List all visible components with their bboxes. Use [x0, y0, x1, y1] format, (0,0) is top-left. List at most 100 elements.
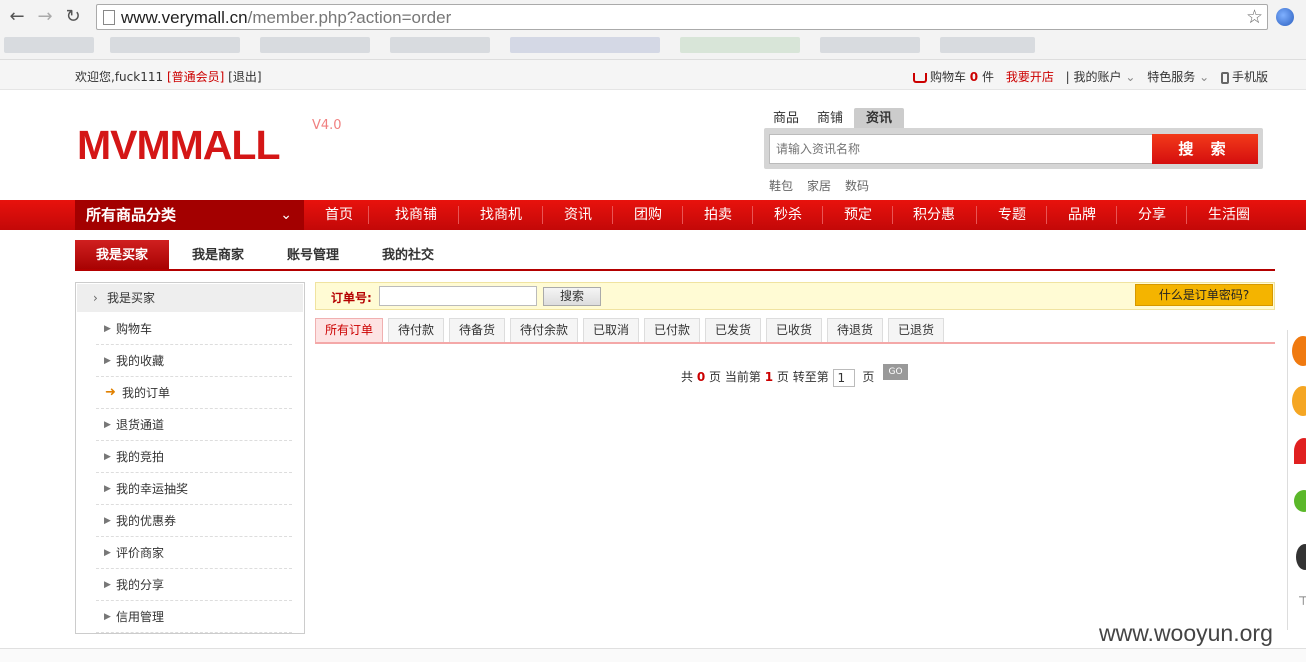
logout-link[interactable]: [退出] [228, 70, 261, 84]
triangle-right-icon: ▶ [104, 516, 111, 526]
page-bottom-edge [0, 648, 1306, 662]
nav-item-home[interactable]: 首页 [310, 200, 368, 230]
special-service-link[interactable]: 特色服务 ⌄ [1147, 70, 1209, 84]
browser-toolbar: ← → ↻ www.verymall.cn/member.php?action=… [0, 0, 1306, 60]
tab-account[interactable]: 账号管理 [267, 240, 359, 271]
tab-seller[interactable]: 我是商家 [172, 240, 264, 271]
watermark: www.wooyun.org [1099, 620, 1273, 646]
nav-item-auction[interactable]: 拍卖 [690, 200, 746, 230]
triangle-right-icon: ▶ [104, 580, 111, 590]
nav-item-flash-sale[interactable]: 秒杀 [760, 200, 816, 230]
top-right-links: 购物车 0 件 我要开店 | 我的账户 ⌄ 特色服务 ⌄ 手机版 [905, 68, 1268, 85]
all-categories-menu[interactable]: 所有商品分类 ⌄ [75, 200, 304, 230]
wechat-icon[interactable] [1294, 490, 1306, 512]
current-page: 1 [764, 370, 774, 384]
triangle-right-icon: ▶ [104, 484, 111, 494]
nav-item-share[interactable]: 分享 [1124, 200, 1180, 230]
mobile-link[interactable]: 手机版 [1220, 70, 1268, 84]
arrow-right-icon: ➜ [105, 385, 116, 400]
my-account-link[interactable]: | 我的账户 ⌄ [1066, 70, 1136, 84]
tab-buyer[interactable]: 我是买家 [75, 240, 169, 271]
qq-icon[interactable] [1296, 544, 1306, 570]
nav-item-business[interactable]: 找商机 [466, 200, 536, 230]
nav-item-life-circle[interactable]: 生活圈 [1194, 200, 1264, 230]
sidebar-item-my-share[interactable]: ▶ 我的分享 [96, 569, 292, 601]
triangle-right-icon: ▶ [104, 420, 111, 430]
order-tab-preparing[interactable]: 待备货 [449, 318, 505, 343]
triangle-right-icon: ▶ [104, 324, 111, 334]
order-password-help-button[interactable]: 什么是订单密码? [1135, 284, 1273, 306]
back-icon[interactable]: ← [6, 6, 28, 28]
sidebar-item-coupons[interactable]: ▶ 我的优惠券 [96, 505, 292, 537]
sidebar-item-credit[interactable]: ▶ 信用管理 [96, 601, 292, 633]
hot-word-bags[interactable]: 鞋包 [769, 177, 793, 194]
member-level-link[interactable]: [普通会员] [167, 70, 224, 84]
order-tab-paid[interactable]: 已付款 [644, 318, 700, 343]
order-tab-cancelled[interactable]: 已取消 [583, 318, 639, 343]
order-search-button[interactable]: 搜索 [543, 287, 601, 306]
nav-item-topics[interactable]: 专题 [984, 200, 1040, 230]
nav-item-news[interactable]: 资讯 [550, 200, 606, 230]
hot-word-home[interactable]: 家居 [807, 177, 831, 194]
search-tab-goods[interactable]: 商品 [773, 108, 799, 129]
page-icon [103, 10, 115, 25]
chat-bubble-icon[interactable] [1292, 336, 1306, 366]
sidebar-item-favorites[interactable]: ▶ 我的收藏 [96, 345, 292, 377]
page-jump-input[interactable]: 1 [832, 368, 855, 387]
back-to-top-icon[interactable]: ⊤ [1298, 594, 1306, 608]
search-tab-shops[interactable]: 商铺 [817, 108, 843, 129]
order-tab-balance-due[interactable]: 待付余款 [510, 318, 578, 343]
nav-item-preorder[interactable]: 预定 [830, 200, 886, 230]
address-bar[interactable]: www.verymall.cn/member.php?action=order … [96, 4, 1268, 30]
forward-icon[interactable]: → [34, 6, 56, 28]
order-tab-all[interactable]: 所有订单 [315, 318, 383, 343]
nav-item-points[interactable]: 积分惠 [900, 200, 968, 230]
triangle-right-icon: ▶ [104, 548, 111, 558]
order-tab-returned[interactable]: 已退货 [888, 318, 944, 343]
pagination: 共 0 页 当前第 1 页 转至第 1 页 [681, 368, 875, 387]
sidebar-item-rate-seller[interactable]: ▶ 评价商家 [96, 537, 292, 569]
welcome-text: 欢迎您,fuck111 [75, 70, 164, 84]
search-tab-news[interactable]: 资讯 [854, 108, 905, 129]
floating-toolbar: ⊤ [1287, 330, 1306, 630]
nav-item-brands[interactable]: 品牌 [1054, 200, 1110, 230]
tab-social[interactable]: 我的社交 [362, 240, 454, 271]
search-button[interactable]: 搜 索 [1152, 134, 1258, 164]
sidebar-header[interactable]: › 我是买家 [77, 284, 303, 312]
nav-item-find-shops[interactable]: 找商铺 [380, 200, 452, 230]
map-pin-icon[interactable] [1294, 438, 1306, 464]
chevron-right-icon: › [93, 291, 98, 305]
extension-icon[interactable] [1276, 8, 1294, 26]
bookmark-star-icon[interactable]: ☆ [1246, 6, 1263, 28]
reload-icon[interactable]: ↻ [62, 6, 84, 28]
search-input[interactable] [769, 134, 1153, 164]
triangle-right-icon: ▶ [104, 452, 111, 462]
cart-link[interactable]: 购物车 0 件 [912, 70, 994, 84]
go-button[interactable]: GO [883, 364, 908, 380]
triangle-right-icon: ▶ [104, 612, 111, 622]
sidebar-item-bids[interactable]: ▶ 我的竞拍 [96, 441, 292, 473]
order-tab-unpaid[interactable]: 待付款 [388, 318, 444, 343]
nav-item-groupbuy[interactable]: 团购 [620, 200, 676, 230]
order-tab-pending-return[interactable]: 待退货 [827, 318, 883, 343]
order-tab-divider [315, 342, 1275, 344]
order-tab-shipped[interactable]: 已发货 [705, 318, 761, 343]
triangle-right-icon: ▶ [104, 356, 111, 366]
coin-icon[interactable] [1292, 386, 1306, 416]
chevron-down-icon: ⌄ [280, 207, 292, 223]
order-number-input[interactable] [379, 286, 537, 306]
sidebar-item-returns[interactable]: ▶ 退货通道 [96, 409, 292, 441]
sidebar-item-cart[interactable]: ▶ 购物车 [96, 313, 292, 345]
tab-divider [75, 269, 1275, 271]
site-logo[interactable]: MVMMALL [77, 122, 281, 169]
open-shop-link[interactable]: 我要开店 [1006, 70, 1054, 84]
bookmarks-bar [0, 34, 1306, 58]
sidebar: › 我是买家 ▶ 购物车 ▶ 我的收藏 ➜ 我的订单 ▶ 退货通道 ▶ 我的竞拍 ▶ 我的幸… [75, 282, 305, 634]
total-pages: 0 [696, 370, 706, 384]
hot-word-digital[interactable]: 数码 [845, 177, 869, 194]
cart-icon [912, 72, 927, 83]
order-tab-received[interactable]: 已收货 [766, 318, 822, 343]
version-label: V4.0 [312, 118, 342, 133]
sidebar-item-lottery[interactable]: ▶ 我的幸运抽奖 [96, 473, 292, 505]
sidebar-item-my-orders[interactable]: ➜ 我的订单 [96, 377, 292, 409]
